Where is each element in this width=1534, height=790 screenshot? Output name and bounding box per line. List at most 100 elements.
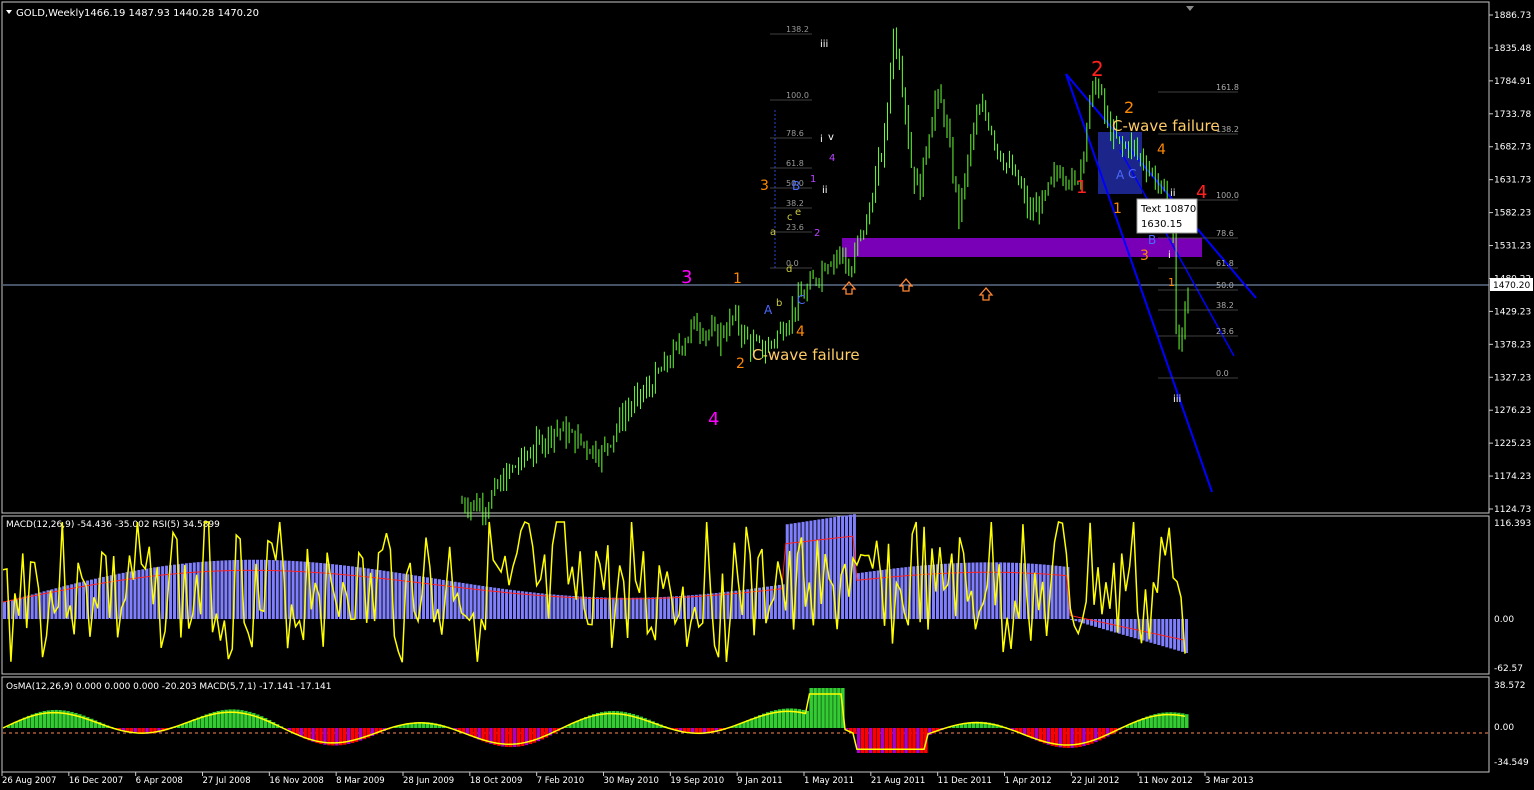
wave-label: 4 — [1196, 182, 1207, 203]
macd-bar — [1185, 619, 1188, 653]
macd-bar — [1161, 619, 1165, 647]
macd-bar — [829, 517, 833, 619]
macd-bar — [560, 595, 564, 619]
macd-bar — [78, 582, 82, 619]
macd-bar — [746, 589, 750, 619]
macd-bar — [943, 563, 947, 619]
macd-bar — [1007, 562, 1011, 619]
price-tick-label: 1835.48 — [1494, 44, 1531, 54]
macd-bar — [477, 585, 481, 619]
time-tick-label: 9 Jan 2011 — [737, 776, 783, 786]
macd-bar — [34, 593, 38, 619]
macd-tick-label: 116.393 — [1494, 519, 1531, 529]
macd-bar — [220, 560, 224, 619]
time-tick-label: 8 Mar 2009 — [336, 776, 384, 786]
price-tick-label: 1276.23 — [1494, 406, 1531, 416]
fib-level-label: 38.2 — [1216, 301, 1234, 310]
macd-bar — [959, 562, 963, 619]
wave-label: 4 — [1157, 142, 1166, 158]
macd-bar — [603, 597, 607, 619]
tooltip-line1: Text 10870 — [1140, 204, 1196, 215]
wave-labels: 341234C-wave failureA bBCacde124iiii vii21… — [681, 39, 1220, 430]
macd-bar — [1054, 565, 1058, 619]
up-arrow-icon — [841, 281, 857, 295]
macd-bar — [236, 559, 240, 619]
macd-bar — [271, 560, 275, 619]
wave-label: ii — [1170, 188, 1176, 199]
macd-bar — [1105, 619, 1109, 631]
time-tick-label: 21 Aug 2011 — [871, 776, 925, 786]
macd-bar — [481, 585, 485, 619]
macd-bar — [532, 592, 536, 619]
macd-bar — [1157, 619, 1161, 646]
time-tick-label: 6 Apr 2008 — [136, 776, 183, 786]
macd-bar — [248, 559, 252, 619]
macd-title: MACD(12,26,9) -54.436 -35.002 RSI(5) 34.… — [6, 520, 220, 530]
osma-bar — [1185, 714, 1189, 728]
fib-level-label: 78.6 — [1216, 229, 1234, 238]
macd-bar — [1074, 619, 1078, 622]
macd-bar — [1003, 562, 1007, 619]
macd-bar — [1177, 619, 1181, 651]
macd-bar — [639, 597, 643, 619]
macd-bar — [224, 560, 228, 619]
wave-label: 1 — [1113, 201, 1122, 217]
price-tick-label: 1378.23 — [1494, 340, 1531, 350]
main-pane-frame — [1, 1, 1490, 514]
macd-bar — [556, 594, 560, 619]
macd-bar — [1153, 619, 1157, 644]
macd-bar — [663, 596, 667, 619]
macd-bar — [635, 597, 639, 619]
fib-retracement-left: 138.2100.078.661.850.038.223.60.0 — [770, 25, 812, 270]
time-tick-label: 11 Nov 2012 — [1138, 776, 1192, 786]
macd-bar — [295, 561, 299, 619]
macd-bar — [244, 559, 248, 619]
macd-bar — [358, 567, 362, 619]
wave-label: 4 — [796, 324, 805, 340]
time-tick-label: 18 Oct 2009 — [470, 776, 523, 786]
macd-bar — [528, 592, 532, 619]
macd-bar — [1165, 619, 1169, 648]
macd-bar — [588, 596, 592, 619]
macd-bar — [975, 562, 979, 619]
macd-bar — [1094, 619, 1098, 627]
current-price-text: 1470.20 — [1493, 281, 1530, 291]
symbol-menu-icon[interactable] — [6, 10, 12, 14]
macd-bar — [1169, 619, 1173, 649]
fib-level-label: 100.0 — [786, 91, 809, 100]
wave-label: 1 — [810, 174, 816, 185]
price-tick-label: 1174.23 — [1494, 472, 1531, 482]
macd-bar — [512, 590, 516, 619]
chart-canvas: GOLD,Weekly 1466.19 1487.93 1440.28 1470… — [1, 1, 1533, 786]
osma-title: OsMA(12,26,9) 0.000 0.000 0.000 -20.203 … — [6, 682, 332, 692]
fib-level-label: 78.6 — [786, 129, 804, 138]
macd-bar — [30, 594, 34, 619]
macd-bar — [42, 591, 46, 619]
macd-bar — [382, 570, 386, 619]
price-tick-label: 1531.23 — [1494, 242, 1531, 252]
wave-label: C-wave failure — [1112, 117, 1220, 135]
time-tick-label: 27 Jul 2008 — [203, 776, 251, 786]
macd-bar — [599, 597, 603, 619]
macd-bar — [564, 595, 568, 619]
macd-bar — [275, 560, 279, 619]
wave-label: C — [1128, 167, 1136, 181]
wave-label: 1 — [1168, 276, 1175, 289]
time-tick-label: 26 Aug 2007 — [2, 776, 56, 786]
wave-label: 1 — [1076, 177, 1087, 198]
shift-marker-icon[interactable] — [1186, 6, 1194, 11]
wave-label: 4 — [708, 409, 719, 430]
macd-bar — [714, 592, 718, 619]
macd-bar — [631, 597, 635, 619]
macd-bar — [520, 591, 524, 619]
wave-label: A — [1116, 168, 1125, 182]
macd-bar — [726, 591, 730, 619]
up-arrow-icon — [978, 287, 994, 301]
time-axis: 26 Aug 2007 16 Dec 2007 6 Apr 2008 27 Jul 2… — [1, 772, 1253, 786]
macd-bar — [212, 560, 216, 619]
macd-bar — [228, 560, 232, 619]
wave-label: 2 — [814, 228, 820, 239]
osma-tick-label: -34.549 — [1494, 758, 1529, 768]
wave-label: e — [795, 207, 801, 218]
wave-label: ii — [822, 185, 828, 196]
